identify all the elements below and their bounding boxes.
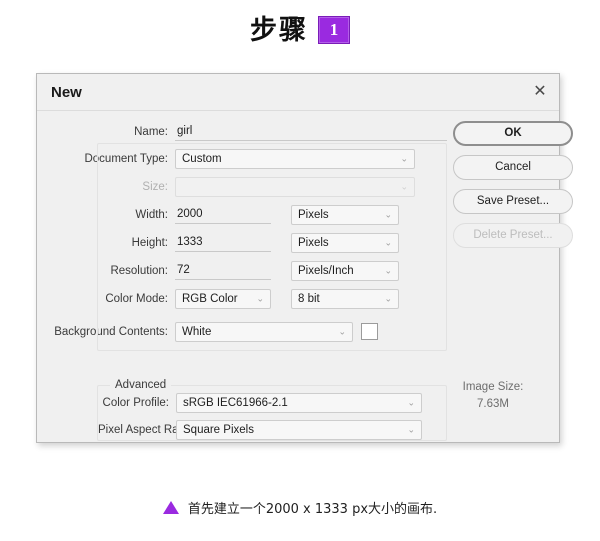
chevron-down-icon: ⌄ [400, 181, 408, 191]
name-label: Name: [134, 125, 168, 138]
size-select: ⌄ [175, 176, 415, 197]
width-label: Width: [135, 208, 168, 221]
width-unit-value: Pixels [298, 208, 329, 221]
height-input[interactable] [175, 233, 271, 252]
width-unit-select[interactable]: Pixels ⌄ [291, 204, 399, 225]
image-size-info: Image Size: 7.63M [433, 379, 553, 413]
document-type-select[interactable]: Custom ⌄ [175, 148, 415, 169]
size-row: Size: ⌄ [37, 176, 455, 197]
color-profile-label: Color Profile: [102, 396, 169, 409]
background-contents-label: Background Contents: [54, 325, 168, 338]
chevron-down-icon: ⌄ [384, 265, 392, 275]
document-type-value: Custom [182, 152, 222, 165]
resolution-unit-select[interactable]: Pixels/Inch ⌄ [291, 260, 399, 281]
dialog-button-column: OK Cancel Save Preset... Delete Preset..… [453, 111, 573, 257]
resolution-label: Resolution: [110, 264, 168, 277]
color-profile-value: sRGB IEC61966-2.1 [183, 396, 288, 409]
step-number-badge: 1 [318, 16, 350, 44]
height-row: Height: Pixels ⌄ [37, 232, 455, 253]
color-mode-value: RGB Color [182, 292, 238, 305]
delete-preset-button: Delete Preset... [453, 223, 573, 248]
dialog-title: New [51, 83, 82, 101]
step-heading-label: 步骤 [250, 14, 308, 46]
height-unit-value: Pixels [298, 236, 329, 249]
color-profile-row: Color Profile: sRGB IEC61966-2.1 ⌄ [98, 392, 446, 413]
step-heading: 步骤 1 [0, 8, 600, 52]
dialog-titlebar: New ✕ [37, 74, 559, 111]
chevron-down-icon: ⌄ [384, 293, 392, 303]
new-document-dialog: New ✕ Name: Document Type: Custom ⌄ Size… [36, 73, 573, 443]
advanced-section: Advanced Color Profile: sRGB IEC61966-2.… [97, 379, 447, 441]
chevron-down-icon: ⌄ [407, 397, 415, 407]
resolution-row: Resolution: Pixels/Inch ⌄ [37, 260, 455, 281]
cancel-button[interactable]: Cancel [453, 155, 573, 180]
chevron-down-icon: ⌄ [400, 153, 408, 163]
dialog-body: Name: Document Type: Custom ⌄ Size: ⌄ [37, 111, 573, 443]
width-row: Width: Pixels ⌄ [37, 204, 455, 225]
document-type-label: Document Type: [84, 152, 168, 165]
width-input[interactable] [175, 205, 271, 224]
background-contents-value: White [182, 325, 212, 338]
chevron-down-icon: ⌄ [407, 424, 415, 434]
triangle-bullet-icon [162, 501, 179, 514]
resolution-unit-value: Pixels/Inch [298, 264, 354, 277]
document-type-row: Document Type: Custom ⌄ [37, 148, 455, 169]
name-row: Name: [37, 121, 455, 142]
pixel-aspect-ratio-select[interactable]: Square Pixels ⌄ [176, 419, 422, 440]
ok-button[interactable]: OK [453, 121, 573, 146]
color-mode-row: Color Mode: RGB Color ⌄ 8 bit ⌄ [37, 288, 455, 309]
color-mode-select[interactable]: RGB Color ⌄ [175, 288, 271, 309]
bit-depth-select[interactable]: 8 bit ⌄ [291, 288, 399, 309]
save-preset-button[interactable]: Save Preset... [453, 189, 573, 214]
close-icon[interactable]: ✕ [529, 81, 551, 103]
background-contents-row: Background Contents: White ⌄ [37, 321, 455, 342]
pixel-aspect-ratio-label: Pixel Aspect Ratio: [98, 423, 194, 436]
chevron-down-icon: ⌄ [338, 326, 346, 336]
background-contents-select[interactable]: White ⌄ [175, 321, 353, 342]
color-profile-select[interactable]: sRGB IEC61966-2.1 ⌄ [176, 392, 422, 413]
bit-depth-value: 8 bit [298, 292, 320, 305]
caption: 首先建立一个2000 x 1333 px大小的画布. [0, 498, 600, 517]
height-label: Height: [131, 236, 168, 249]
dialog-form-column: Name: Document Type: Custom ⌄ Size: ⌄ [37, 111, 455, 443]
resolution-input[interactable] [175, 261, 271, 280]
advanced-legend: Advanced [110, 379, 172, 391]
name-input[interactable] [175, 122, 447, 141]
chevron-down-icon: ⌄ [384, 237, 392, 247]
image-size-label: Image Size: [462, 381, 524, 393]
pixel-aspect-ratio-row: Pixel Aspect Ratio: Square Pixels ⌄ [98, 419, 446, 440]
caption-text: 首先建立一个2000 x 1333 px大小的画布. [187, 502, 438, 517]
chevron-down-icon: ⌄ [256, 293, 264, 303]
chevron-down-icon: ⌄ [384, 209, 392, 219]
size-label: Size: [142, 180, 168, 193]
pixel-aspect-ratio-value: Square Pixels [183, 423, 254, 436]
background-color-swatch[interactable] [361, 323, 378, 340]
color-mode-label: Color Mode: [105, 292, 168, 305]
image-size-value: 7.63M [477, 398, 509, 410]
height-unit-select[interactable]: Pixels ⌄ [291, 232, 399, 253]
